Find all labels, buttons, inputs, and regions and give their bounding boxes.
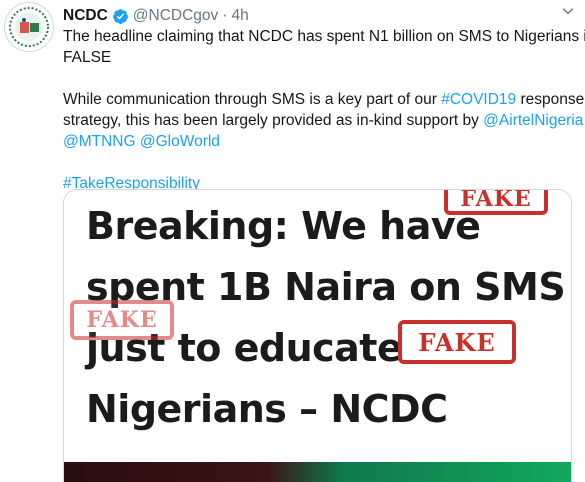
ncdc-logo-icon xyxy=(9,7,49,47)
text-line: FALSE xyxy=(63,49,112,66)
tweet-text: The headline claiming that NCDC has spen… xyxy=(63,26,585,194)
text-line: @MTNNG @GloWorld xyxy=(63,131,578,152)
image-bottom-strip xyxy=(64,462,571,482)
fake-stamp: FAKE xyxy=(444,190,548,215)
text-fragment: strategy, this has been largely provided… xyxy=(63,112,484,129)
text-line: While communication through SMS is a key… xyxy=(63,89,584,110)
tweet-header: NCDC @NCDCgov · 4h xyxy=(63,6,249,26)
chevron-down-icon[interactable] xyxy=(561,4,575,23)
fake-stamp: FAKE xyxy=(70,300,174,340)
text-line: strategy, this has been largely provided… xyxy=(63,110,583,131)
mention-airtelnigeria[interactable]: @AirtelNigeria xyxy=(483,112,583,129)
avatar[interactable] xyxy=(4,2,54,52)
hashtag-covid19[interactable]: #COVID19 xyxy=(441,91,516,108)
headline-line: Nigerians – NCDC xyxy=(86,387,448,431)
tweet-timestamp[interactable]: 4h xyxy=(231,7,248,25)
fake-stamp: FAKE xyxy=(398,320,516,364)
text-fragment: While communication through SMS is a key… xyxy=(63,91,442,108)
mention-gloworld[interactable]: @GloWorld xyxy=(140,133,220,150)
tweet-media-image[interactable]: Breaking: We have spent 1B Naira on SMS … xyxy=(63,189,572,482)
author-handle[interactable]: @NCDCgov xyxy=(133,7,219,25)
separator-dot: · xyxy=(222,7,228,24)
verified-badge-icon xyxy=(112,8,129,25)
author-name[interactable]: NCDC xyxy=(63,7,108,25)
mention-mtnng[interactable]: @MTNNG xyxy=(63,133,136,150)
text-line: The headline claiming that NCDC has spen… xyxy=(63,28,585,45)
text-fragment: response xyxy=(516,91,585,108)
